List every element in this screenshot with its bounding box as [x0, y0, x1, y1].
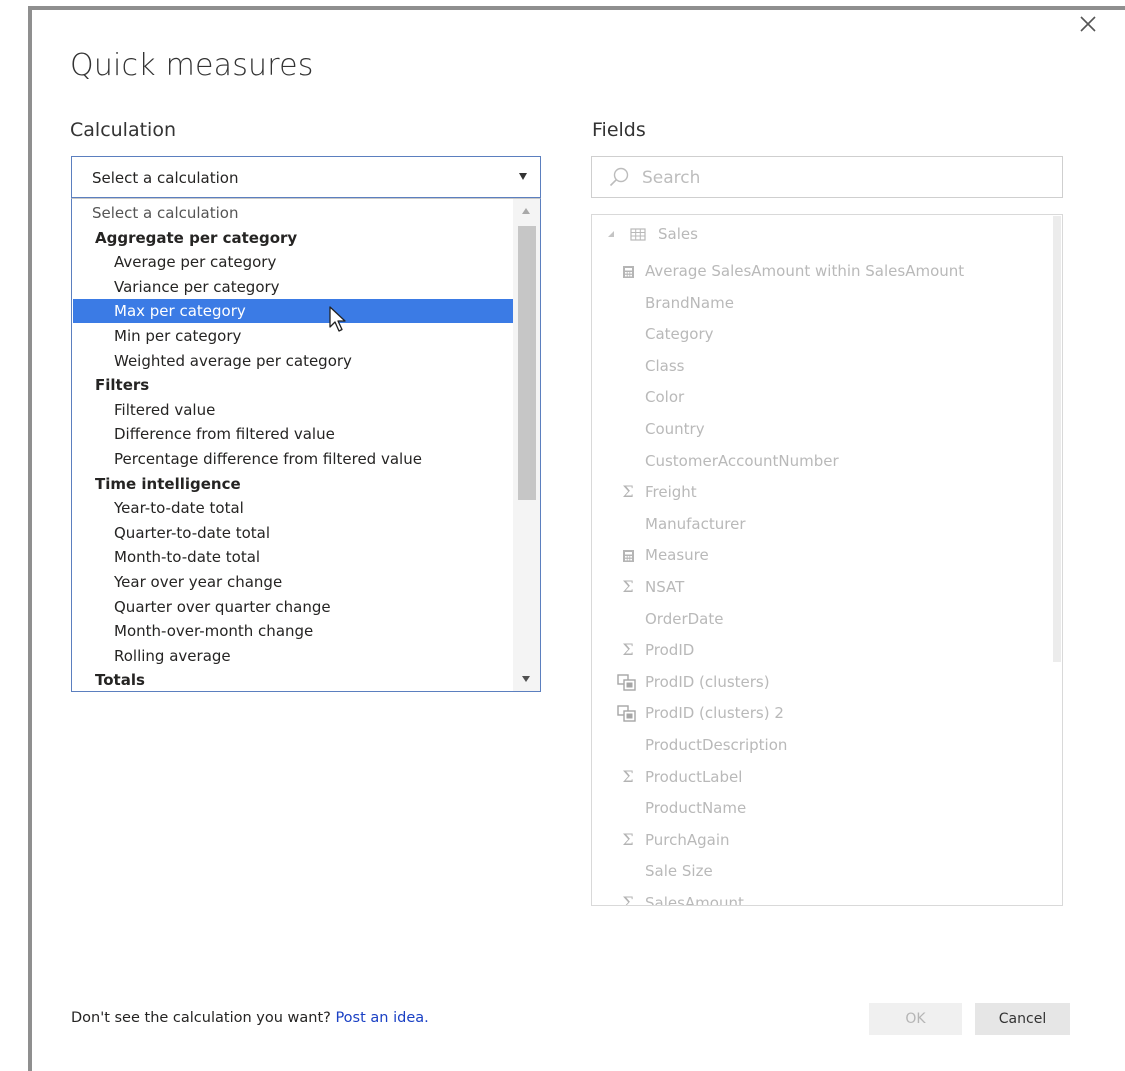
sigma-icon: Σ — [622, 766, 634, 786]
field-item[interactable]: ProductDescription — [592, 733, 1052, 757]
scroll-down-icon[interactable] — [522, 676, 530, 682]
calculation-dropdown-value: Select a calculation — [92, 169, 239, 187]
calculation-option[interactable]: Percentage difference from filtered valu… — [73, 447, 513, 471]
field-item[interactable]: Measure — [592, 543, 1052, 567]
field-item[interactable]: ProductName — [592, 796, 1052, 820]
field-item[interactable]: Manufacturer — [592, 512, 1052, 536]
scrollbar-thumb[interactable] — [518, 226, 536, 500]
calculation-label: Calculation — [70, 119, 176, 141]
field-label: Country — [645, 420, 705, 438]
field-label: NSAT — [645, 578, 685, 596]
field-item[interactable]: CustomerAccountNumber — [592, 449, 1052, 473]
field-label: Measure — [645, 546, 709, 565]
field-item[interactable]: Class — [592, 354, 1052, 378]
listbox-scrollbar[interactable] — [513, 199, 540, 691]
field-item[interactable]: ProdID (clusters) 2 — [592, 701, 1052, 725]
dialog-title: Quick measures — [70, 48, 314, 83]
calculation-option[interactable]: Variance per category — [73, 275, 513, 299]
field-item[interactable]: Average SalesAmount within SalesAmount — [592, 259, 1052, 283]
cluster-icon — [616, 670, 636, 694]
table-icon — [628, 222, 648, 246]
option-group-header: Time intelligence — [95, 474, 241, 493]
calculation-option[interactable]: Rolling average — [73, 644, 513, 668]
scroll-up-icon[interactable] — [522, 208, 530, 214]
post-idea-link[interactable]: Post an idea. — [335, 1010, 428, 1026]
field-label: ProdID (clusters) 2 — [645, 704, 784, 723]
footer-prompt-line: Don't see the calculation you want? Post… — [71, 1010, 429, 1026]
sigma-icon: Σ — [622, 482, 634, 502]
calculation-option[interactable]: Difference from filtered value — [73, 422, 513, 446]
cluster-icon — [616, 701, 636, 725]
cancel-button[interactable]: Cancel — [975, 1003, 1070, 1035]
field-label: Category — [645, 325, 714, 344]
field-item[interactable]: OrderDate — [592, 607, 1052, 631]
ok-button[interactable]: OK — [869, 1003, 962, 1035]
table-sales[interactable]: Sales — [592, 222, 1052, 246]
field-label: ProductName — [645, 799, 747, 818]
field-item[interactable]: Σ ProdID — [592, 638, 1052, 662]
calculation-option[interactable]: Average per category — [73, 250, 513, 274]
sigma-icon: Σ — [622, 893, 634, 906]
field-label: SalesAmount — [645, 894, 744, 906]
field-item[interactable]: Color — [592, 385, 1052, 409]
calculation-option[interactable]: Select a calculation — [73, 201, 513, 225]
field-item[interactable]: Category — [592, 322, 1052, 346]
sigma-icon: Σ — [622, 640, 634, 660]
sigma-icon: Σ — [622, 577, 634, 596]
calculation-option[interactable]: Month-over-month change — [73, 619, 513, 643]
fields-label: Fields — [592, 119, 646, 141]
calculation-option[interactable]: Quarter-to-date total — [73, 521, 513, 545]
calculator-icon — [618, 259, 638, 283]
calculation-option[interactable]: Max per category — [73, 299, 513, 324]
calculation-listbox: Select a calculation Aggregate per catego… — [71, 198, 541, 692]
collapse-triangle-icon[interactable] — [604, 222, 618, 246]
field-item[interactable]: BrandName — [592, 291, 1052, 315]
field-item[interactable]: ProdID (clusters) — [592, 670, 1052, 694]
calculation-option[interactable]: Quarter over quarter change — [73, 595, 513, 619]
field-label: Manufacturer — [645, 514, 746, 533]
field-label: ProductDescription — [645, 736, 788, 754]
table-name: Sales — [658, 225, 698, 243]
caret-down-icon — [519, 173, 527, 180]
search-icon — [608, 166, 630, 188]
field-item[interactable]: Sale Size — [592, 859, 1052, 883]
calculation-option[interactable]: Year over year change — [73, 570, 513, 594]
fields-search — [591, 156, 1063, 198]
option-group-header: Aggregate per category — [95, 228, 298, 247]
field-item[interactable]: Σ PurchAgain — [592, 828, 1052, 852]
field-label: ProductLabel — [645, 767, 743, 786]
option-group-header: Totals — [95, 671, 145, 690]
field-label: Color — [645, 388, 685, 407]
calculation-option[interactable]: Weighted average per category — [73, 349, 513, 373]
field-item[interactable]: Σ NSAT — [592, 575, 1052, 599]
field-item[interactable]: Σ SalesAmount — [592, 891, 1052, 906]
field-label: CustomerAccountNumber — [645, 451, 839, 470]
calculation-option[interactable]: Min per category — [73, 324, 513, 348]
fields-scrollbar[interactable] — [1053, 216, 1061, 662]
field-label: Class — [645, 356, 685, 375]
search-input[interactable] — [640, 165, 1044, 191]
field-item[interactable]: Σ Freight — [592, 480, 1052, 504]
field-label: Freight — [645, 483, 697, 502]
field-item[interactable]: Σ ProductLabel — [592, 765, 1052, 789]
field-label: Sale Size — [645, 862, 713, 881]
close-icon[interactable] — [1076, 12, 1100, 36]
field-label: OrderDate — [645, 609, 724, 628]
footer-prompt: Don't see the calculation you want? — [71, 1010, 331, 1026]
calculation-dropdown[interactable]: Select a calculation — [71, 156, 541, 198]
option-group-header: Filters — [95, 376, 150, 395]
field-label: ProdID (clusters) — [645, 672, 770, 691]
calculator-icon — [618, 543, 638, 567]
fields-list: Sales Average SalesAmount within SalesAm… — [591, 214, 1063, 906]
sigma-icon: Σ — [622, 829, 634, 849]
field-label: PurchAgain — [645, 830, 730, 849]
field-label: BrandName — [645, 293, 734, 312]
field-item[interactable]: Country — [592, 417, 1052, 441]
field-label: ProdID — [645, 641, 695, 660]
field-label: Average SalesAmount within SalesAmount — [645, 262, 965, 280]
calculation-option[interactable]: Month-to-date total — [73, 545, 513, 569]
calculation-option[interactable]: Year-to-date total — [73, 496, 513, 520]
calculation-option[interactable]: Filtered value — [73, 398, 513, 422]
